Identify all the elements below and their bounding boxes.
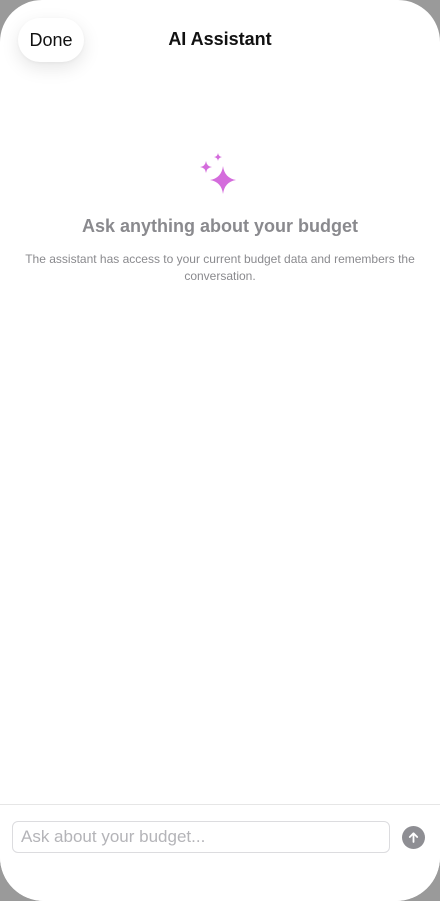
message-composer — [0, 804, 440, 901]
send-button[interactable] — [402, 826, 425, 849]
sparkles-icon — [200, 153, 236, 194]
arrow-up-icon — [408, 832, 419, 843]
window-frame: Done AI Assistant Ask anything about you… — [0, 0, 440, 901]
assistant-sheet: Done AI Assistant Ask anything about you… — [0, 0, 440, 901]
empty-state: Ask anything about your budget The assis… — [0, 150, 440, 285]
message-input[interactable] — [12, 821, 390, 853]
empty-state-subtitle: The assistant has access to your current… — [25, 252, 415, 283]
empty-state-title: Ask anything about your budget — [81, 216, 358, 236]
page-title: AI Assistant — [168, 29, 272, 49]
navigation-bar: Done AI Assistant — [0, 0, 440, 82]
